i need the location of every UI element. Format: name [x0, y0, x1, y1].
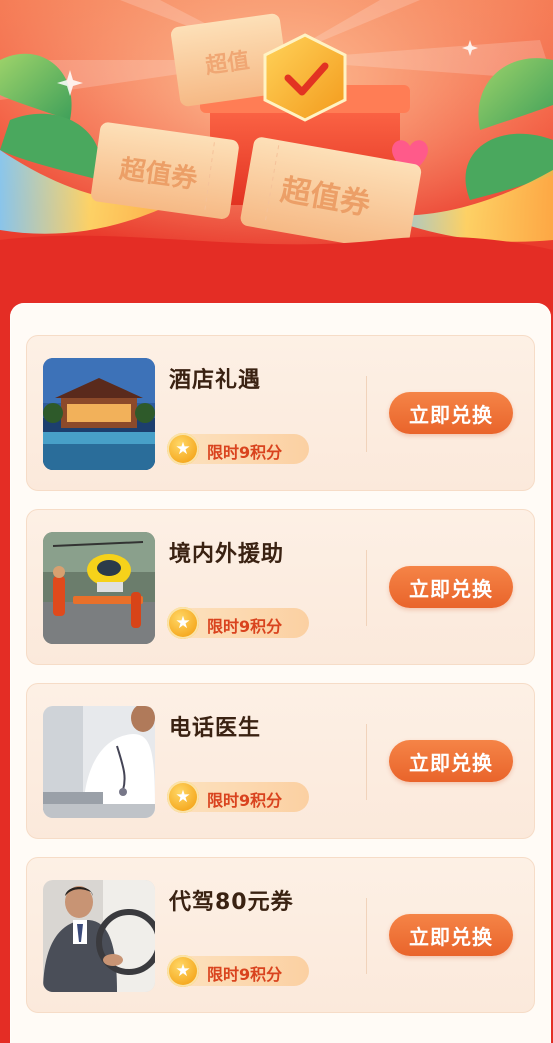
redeem-button[interactable]: 立即兑换	[389, 914, 513, 956]
points-badge-label: 限时9积分	[207, 791, 283, 810]
redeem-button[interactable]: 立即兑换	[389, 566, 513, 608]
check-badge-icon	[263, 33, 347, 122]
doctor-photo	[43, 706, 155, 818]
divider	[366, 724, 367, 800]
points-badge: ★ 限时9积分	[167, 607, 309, 639]
list-item: 酒店礼遇 ★ 限时9积分 立即兑换	[26, 335, 535, 491]
points-badge-label: 限时9积分	[207, 617, 283, 636]
divider	[366, 550, 367, 626]
points-badge: ★ 限时9积分	[167, 433, 309, 465]
item-title: 代驾80元券	[169, 890, 294, 915]
driver-photo	[43, 880, 155, 992]
points-badge: ★ 限时9积分	[167, 955, 309, 987]
points-badge-label: 限时9积分	[207, 443, 283, 462]
item-title: 酒店礼遇	[169, 368, 262, 393]
points-badge: ★ 限时9积分	[167, 781, 309, 813]
list-item: 境内外援助 ★ 限时9积分 立即兑换	[26, 509, 535, 665]
divider	[366, 376, 367, 452]
star-coin-icon: ★	[167, 781, 199, 813]
star-coin-icon: ★	[167, 433, 199, 465]
star-coin-icon: ★	[167, 607, 199, 639]
redeem-button[interactable]: 立即兑换	[389, 392, 513, 434]
helicopter-rescue-photo	[43, 532, 155, 644]
list-item: 代驾80元券 ★ 限时9积分 立即兑换	[26, 857, 535, 1013]
redeem-button[interactable]: 立即兑换	[389, 740, 513, 782]
divider	[366, 898, 367, 974]
star-coin-icon: ★	[167, 955, 199, 987]
list-item: 电话医生 ★ 限时9积分 立即兑换	[26, 683, 535, 839]
item-title: 境内外援助	[169, 542, 285, 567]
promo-banner: 超值 超值券 超值券	[0, 0, 553, 290]
redeem-list-panel: 酒店礼遇 ★ 限时9积分 立即兑换 境内外援助 ★ 限时9积分 立即兑换 电话医…	[10, 303, 551, 1043]
item-title: 电话医生	[169, 716, 262, 741]
banner-illustration: 超值 超值券 超值券	[0, 0, 553, 290]
hotel-photo	[43, 358, 155, 470]
points-badge-label: 限时9积分	[207, 965, 283, 984]
